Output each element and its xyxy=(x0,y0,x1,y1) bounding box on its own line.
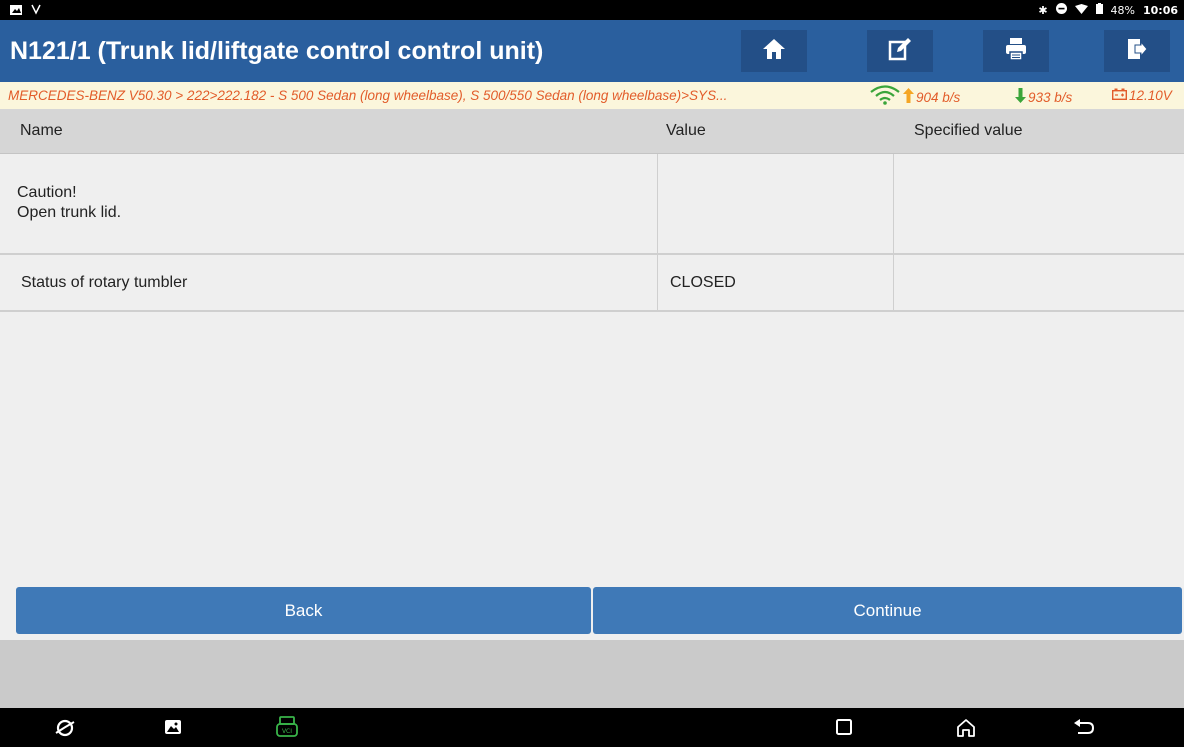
voltage-readout: 12.10V xyxy=(1111,88,1172,103)
voltage-value: 12.10V xyxy=(1129,88,1172,103)
edit-icon xyxy=(888,37,912,66)
column-header-specified: Specified value xyxy=(914,122,1023,139)
breadcrumb: MERCEDES-BENZ V50.30 > 222>222.182 - S 5… xyxy=(8,88,728,103)
navigation-bar: VCI xyxy=(0,708,1184,747)
svg-text:VCI: VCI xyxy=(282,728,292,735)
upload-speed: 904 b/s xyxy=(903,88,960,106)
download-speed-value: 933 b/s xyxy=(1028,89,1073,105)
footer-area xyxy=(0,640,1184,708)
row-value-cell: CLOSED xyxy=(670,274,736,291)
breadcrumb-bar: MERCEDES-BENZ V50.30 > 222>222.182 - S 5… xyxy=(0,82,1184,109)
caution-line: Caution! xyxy=(17,184,77,201)
table-row: Caution! Open trunk lid. xyxy=(0,154,1184,255)
exit-button[interactable] xyxy=(1104,30,1170,72)
gallery-icon[interactable] xyxy=(164,718,182,741)
column-divider xyxy=(657,154,658,253)
gallery-notification-icon xyxy=(10,4,22,18)
title-bar: N121/1 (Trunk lid/liftgate control contr… xyxy=(0,20,1184,82)
upload-arrow-icon xyxy=(903,88,914,106)
table-header: Name Value Specified value xyxy=(0,109,1184,154)
wifi-icon xyxy=(1074,3,1088,17)
car-battery-icon xyxy=(1111,88,1128,103)
column-header-name: Name xyxy=(20,122,63,139)
download-speed: 933 b/s xyxy=(1015,88,1072,106)
exit-icon xyxy=(1126,37,1148,66)
vci-icon[interactable]: VCI xyxy=(275,716,299,743)
column-header-value: Value xyxy=(666,122,706,139)
row-name-cell: Status of rotary tumbler xyxy=(21,274,188,291)
recent-apps-icon[interactable] xyxy=(835,718,853,741)
wifi-signal-icon xyxy=(869,85,901,108)
upload-speed-value: 904 b/s xyxy=(916,89,961,105)
page-title: N121/1 (Trunk lid/liftgate control contr… xyxy=(10,37,544,65)
bluetooth-icon: ✱ xyxy=(1038,3,1048,17)
print-icon xyxy=(1004,37,1028,66)
action-bar: Back Continue xyxy=(16,587,1182,634)
row-name-cell: Caution! Open trunk lid. xyxy=(17,183,121,253)
download-arrow-icon xyxy=(1015,88,1026,106)
battery-percent: 48% xyxy=(1110,3,1135,17)
back-button[interactable]: Back xyxy=(16,587,591,634)
clock: 10:06 xyxy=(1142,3,1178,17)
continue-button[interactable]: Continue xyxy=(593,587,1182,634)
data-table: Name Value Specified value Caution! Open… xyxy=(0,109,1184,312)
browser-icon[interactable] xyxy=(55,718,75,743)
table-row: Status of rotary tumbler CLOSED xyxy=(0,255,1184,312)
back-nav-icon[interactable] xyxy=(1073,718,1095,743)
column-divider xyxy=(657,255,658,310)
home-button[interactable] xyxy=(741,30,807,72)
print-button[interactable] xyxy=(983,30,1049,72)
usb-debug-icon xyxy=(30,3,42,18)
column-divider xyxy=(893,255,894,310)
column-divider xyxy=(893,154,894,253)
instruction-line: Open trunk lid. xyxy=(17,204,122,221)
home-icon xyxy=(762,38,786,65)
do-not-disturb-icon xyxy=(1055,3,1067,17)
home-nav-icon[interactable] xyxy=(956,718,976,743)
edit-button[interactable] xyxy=(867,30,933,72)
battery-icon xyxy=(1095,3,1103,17)
system-status-bar: ✱ 48% 10:06 xyxy=(0,0,1184,20)
